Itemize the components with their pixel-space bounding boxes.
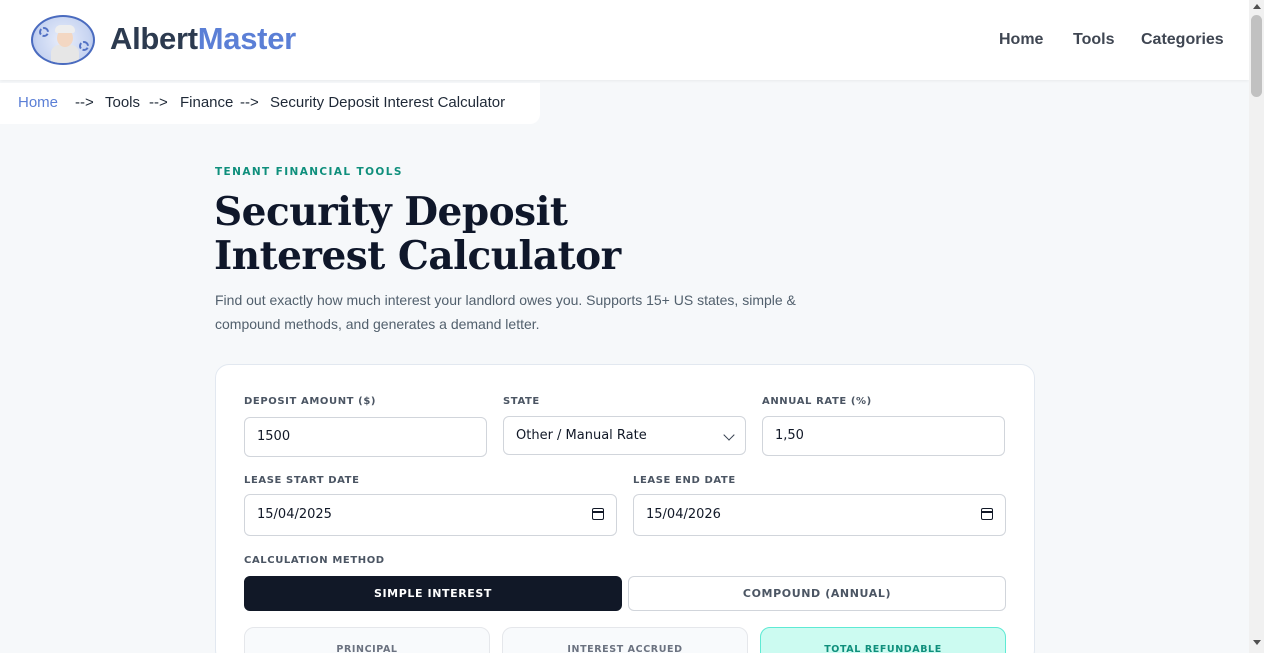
lease-start-label: LEASE START DATE bbox=[244, 475, 360, 486]
total-refundable-label: TOTAL REFUNDABLE bbox=[824, 644, 942, 653]
total-refundable-stat: TOTAL REFUNDABLE bbox=[760, 627, 1006, 653]
breadcrumb: Home --> Tools --> Finance --> Security … bbox=[0, 83, 540, 124]
gear-icon bbox=[79, 41, 89, 51]
simple-interest-button[interactable]: SIMPLE INTEREST bbox=[244, 576, 622, 611]
principal-label: PRINCIPAL bbox=[336, 644, 398, 653]
compound-annual-button[interactable]: COMPOUND (ANNUAL) bbox=[628, 576, 1006, 611]
brand-part-2: Master bbox=[197, 21, 296, 56]
calendar-icon[interactable] bbox=[981, 508, 993, 520]
annual-rate-value: 1,50 bbox=[775, 428, 804, 443]
deposit-amount-input[interactable]: 1500 bbox=[244, 417, 487, 457]
lease-end-date-input[interactable]: 15/04/2026 bbox=[633, 494, 1006, 536]
brand-name[interactable]: AlbertMaster bbox=[110, 21, 296, 57]
interest-accrued-stat: INTEREST ACCRUED bbox=[502, 627, 748, 653]
breadcrumb-separator: --> bbox=[240, 94, 259, 111]
page-subtitle: Find out exactly how much interest your … bbox=[215, 292, 796, 332]
state-label: STATE bbox=[503, 396, 540, 407]
breadcrumb-current: Security Deposit Interest Calculator bbox=[270, 94, 506, 111]
annual-rate-label: ANNUAL RATE (%) bbox=[762, 396, 872, 407]
nav-home[interactable]: Home bbox=[999, 31, 1043, 49]
breadcrumb-separator: --> bbox=[75, 94, 94, 111]
nav-categories[interactable]: Categories bbox=[1141, 31, 1224, 49]
breadcrumb-separator: --> bbox=[149, 94, 168, 111]
breadcrumb-finance[interactable]: Finance bbox=[180, 94, 233, 111]
chevron-down-icon bbox=[723, 429, 735, 441]
scroll-down-arrow-icon[interactable] bbox=[1253, 640, 1261, 645]
interest-accrued-label: INTEREST ACCRUED bbox=[567, 644, 683, 653]
albert-logo-icon[interactable] bbox=[31, 15, 95, 65]
scroll-up-arrow-icon[interactable] bbox=[1253, 4, 1261, 9]
page-title-line-2: Interest Calculator bbox=[214, 233, 621, 279]
gear-icon bbox=[39, 27, 49, 37]
scrollbar[interactable] bbox=[1249, 0, 1264, 653]
annual-rate-input[interactable]: 1,50 bbox=[762, 416, 1005, 456]
scroll-thumb[interactable] bbox=[1251, 15, 1262, 97]
logo-body bbox=[51, 45, 79, 63]
deposit-amount-value: 1500 bbox=[257, 429, 291, 444]
breadcrumb-tools[interactable]: Tools bbox=[105, 94, 140, 111]
page-title-line-1: Security Deposit bbox=[214, 189, 568, 235]
brand-part-1: Albert bbox=[110, 21, 198, 56]
page-title: Security Deposit Interest Calculator bbox=[214, 190, 814, 278]
eyebrow-label: TENANT FINANCIAL TOOLS bbox=[215, 166, 403, 178]
principal-stat: PRINCIPAL bbox=[244, 627, 490, 653]
lease-end-value: 15/04/2026 bbox=[646, 507, 721, 522]
state-select-value: Other / Manual Rate bbox=[516, 428, 647, 443]
state-select[interactable]: Other / Manual Rate bbox=[503, 416, 746, 455]
logo-hair bbox=[55, 25, 75, 33]
nav-tools[interactable]: Tools bbox=[1073, 31, 1114, 49]
deposit-amount-label: DEPOSIT AMOUNT ($) bbox=[244, 396, 377, 407]
calculation-method-label: CALCULATION METHOD bbox=[244, 555, 385, 566]
lease-start-value: 15/04/2025 bbox=[257, 507, 332, 522]
calculator-card: DEPOSIT AMOUNT ($) 1500 STATE Other / Ma… bbox=[215, 364, 1035, 653]
breadcrumb-home[interactable]: Home bbox=[18, 94, 58, 111]
lease-start-date-input[interactable]: 15/04/2025 bbox=[244, 494, 617, 536]
lease-end-label: LEASE END DATE bbox=[633, 475, 736, 486]
calendar-icon[interactable] bbox=[592, 508, 604, 520]
site-header: AlbertMaster Home Tools Categories bbox=[0, 0, 1249, 80]
